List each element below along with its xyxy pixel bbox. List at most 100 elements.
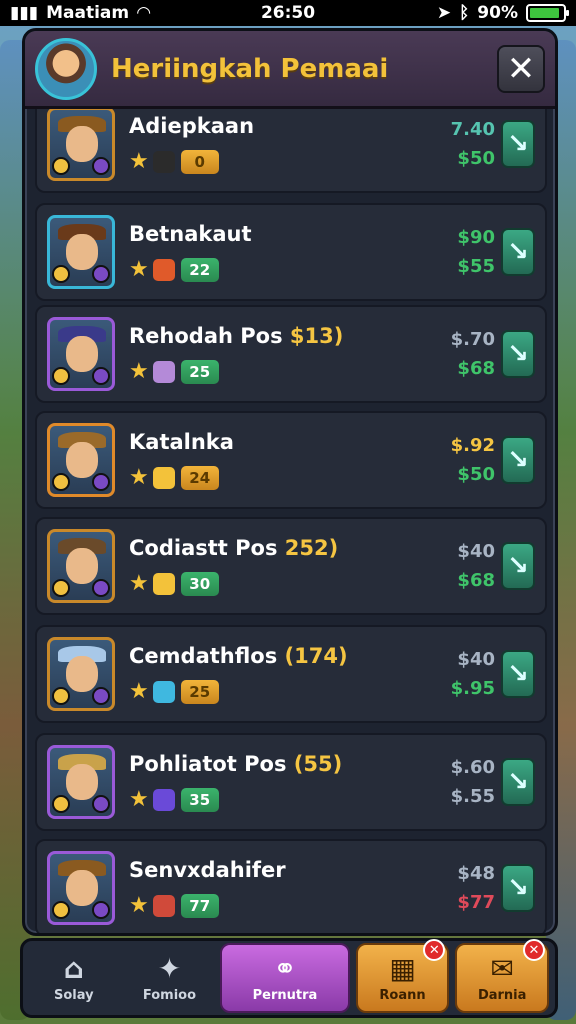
gem-icon bbox=[152, 789, 175, 811]
player-avatar[interactable] bbox=[35, 37, 97, 100]
nav-label: Fomioo bbox=[142, 987, 197, 1003]
price-block: 7.40 $50 bbox=[449, 119, 495, 169]
price-top: $40 bbox=[457, 649, 495, 670]
arrow-icon: ↘ bbox=[507, 551, 529, 581]
hero-row[interactable]: Katalnka ★ 24 $.92 $50 ↘ bbox=[35, 411, 547, 509]
price-top: $.60 bbox=[450, 757, 495, 778]
price-top: 7.40 bbox=[450, 119, 495, 140]
star-icon: ★ bbox=[129, 465, 149, 490]
hero-stats: ★ 22 bbox=[129, 258, 449, 282]
arrow-icon: ↘ bbox=[507, 659, 529, 689]
hero-info: Betnakaut ★ 22 bbox=[129, 222, 449, 282]
nav-label: Roann bbox=[379, 987, 426, 1003]
hero-row[interactable]: Pohliatot Pos (55) ★ 35 $.60 $.55 ↘ bbox=[35, 733, 547, 831]
nav-label: Darnia bbox=[477, 987, 527, 1003]
hero-face-icon bbox=[66, 656, 98, 692]
hero-portrait[interactable] bbox=[47, 423, 115, 497]
buy-button[interactable]: ↘ bbox=[501, 120, 535, 168]
hero-face-icon bbox=[66, 126, 98, 162]
star-icon: ★ bbox=[129, 571, 149, 596]
price-block: $40 $.95 bbox=[449, 649, 495, 699]
skill-icon bbox=[52, 579, 70, 597]
star-icon: ★ bbox=[129, 679, 149, 704]
buy-button[interactable]: ↘ bbox=[501, 542, 535, 590]
hero-stats: ★ 30 bbox=[129, 572, 449, 596]
hero-row[interactable]: Senvxdahifer ★ 77 $48 $77 ↘ bbox=[35, 839, 547, 933]
hero-info: Senvxdahifer ★ 77 bbox=[129, 858, 449, 918]
location-icon: ➤ bbox=[436, 3, 452, 23]
buy-button[interactable]: ↘ bbox=[501, 330, 535, 378]
price-top: $48 bbox=[457, 863, 495, 884]
notification-badge: ✕ bbox=[522, 939, 545, 961]
price-top: $.70 bbox=[450, 329, 495, 350]
hero-row[interactable]: Codiastt Pos 252) ★ 30 $40 $68 ↘ bbox=[35, 517, 547, 615]
gem-icon bbox=[152, 895, 175, 917]
skill-icon bbox=[52, 795, 70, 813]
buy-button[interactable]: ↘ bbox=[501, 228, 535, 276]
price-block: $.60 $.55 bbox=[449, 757, 495, 807]
hero-name: Katalnka bbox=[129, 430, 234, 454]
price-bottom: $50 bbox=[457, 148, 495, 169]
close-button[interactable]: ✕ bbox=[497, 44, 545, 93]
level-badge: 25 bbox=[180, 360, 219, 384]
hero-name: Pohliatot Pos (55) bbox=[129, 752, 343, 776]
hero-portrait[interactable] bbox=[47, 637, 115, 711]
nav-item-fomioo[interactable]: ✦ Fomioo bbox=[125, 943, 215, 1013]
hero-info: Rehodah Pos $13) ★ 25 bbox=[129, 324, 449, 384]
hero-portrait[interactable] bbox=[47, 317, 115, 391]
nav-item-pernutra[interactable]: ⚭ Pernutra bbox=[220, 943, 350, 1013]
nav-item-roann[interactable]: ▦ Roann ✕ bbox=[355, 939, 450, 1013]
hero-portrait[interactable] bbox=[47, 745, 115, 819]
panel-title: Heriingkah Pemaai bbox=[111, 53, 389, 84]
skill-icon bbox=[52, 265, 70, 283]
shop-panel: Heriingkah Pemaai ✕ Adiepkaan ★ 0 7.40 $… bbox=[22, 28, 558, 936]
nav-icon: ▦ bbox=[389, 951, 416, 985]
star-icon: ★ bbox=[129, 787, 149, 812]
buy-button[interactable]: ↘ bbox=[501, 650, 535, 698]
hero-portrait[interactable] bbox=[47, 107, 115, 181]
hero-row[interactable]: Betnakaut ★ 22 $90 $55 ↘ bbox=[35, 203, 547, 301]
buy-button[interactable]: ↘ bbox=[501, 436, 535, 484]
price-bottom: $68 bbox=[457, 358, 495, 379]
hero-stats: ★ 25 bbox=[129, 360, 449, 384]
nav-item-darnia[interactable]: ✉ Darnia ✕ bbox=[455, 939, 549, 1013]
hero-info: Codiastt Pos 252) ★ 30 bbox=[129, 536, 449, 596]
element-icon bbox=[92, 157, 110, 175]
hero-face-icon bbox=[66, 548, 98, 584]
hero-stats: ★ 24 bbox=[129, 466, 449, 490]
gem-icon bbox=[152, 361, 175, 383]
price-bottom: $50 bbox=[457, 464, 495, 485]
gem-icon bbox=[152, 151, 175, 173]
price-bottom: $.95 bbox=[450, 678, 495, 699]
hero-info: Katalnka ★ 24 bbox=[129, 430, 449, 490]
arrow-icon: ↘ bbox=[507, 873, 529, 903]
star-icon: ★ bbox=[129, 257, 149, 282]
skill-icon bbox=[52, 367, 70, 385]
hero-portrait[interactable] bbox=[47, 851, 115, 925]
hero-row[interactable]: Rehodah Pos $13) ★ 25 $.70 $68 ↘ bbox=[35, 305, 547, 403]
hero-row[interactable]: Cemdathflos (174) ★ 25 $40 $.95 ↘ bbox=[35, 625, 547, 723]
hero-stats: ★ 35 bbox=[129, 788, 449, 812]
price-block: $40 $68 bbox=[449, 541, 495, 591]
level-badge: 77 bbox=[180, 894, 219, 918]
hero-stats: ★ 25 bbox=[129, 680, 449, 704]
buy-button[interactable]: ↘ bbox=[501, 864, 535, 912]
hero-portrait[interactable] bbox=[47, 215, 115, 289]
buy-button[interactable]: ↘ bbox=[501, 758, 535, 806]
hero-face-icon bbox=[66, 336, 98, 372]
element-icon bbox=[92, 795, 110, 813]
price-block: $48 $77 bbox=[449, 863, 495, 913]
skill-icon bbox=[52, 901, 70, 919]
hero-name: Adiepkaan bbox=[129, 114, 255, 138]
arrow-icon: ↘ bbox=[507, 445, 529, 475]
hero-portrait[interactable] bbox=[47, 529, 115, 603]
wifi-icon: ◠ bbox=[137, 3, 151, 23]
hero-face-icon bbox=[66, 870, 98, 906]
nav-item-solay[interactable]: ⌂ Solay bbox=[29, 943, 119, 1013]
nav-icon: ✉ bbox=[490, 951, 514, 985]
price-block: $.92 $50 bbox=[449, 435, 495, 485]
level-badge: 30 bbox=[180, 572, 219, 596]
star-icon: ★ bbox=[129, 893, 149, 918]
nav-label: Solay bbox=[54, 987, 94, 1003]
hero-row[interactable]: Adiepkaan ★ 0 7.40 $50 ↘ bbox=[35, 95, 547, 193]
